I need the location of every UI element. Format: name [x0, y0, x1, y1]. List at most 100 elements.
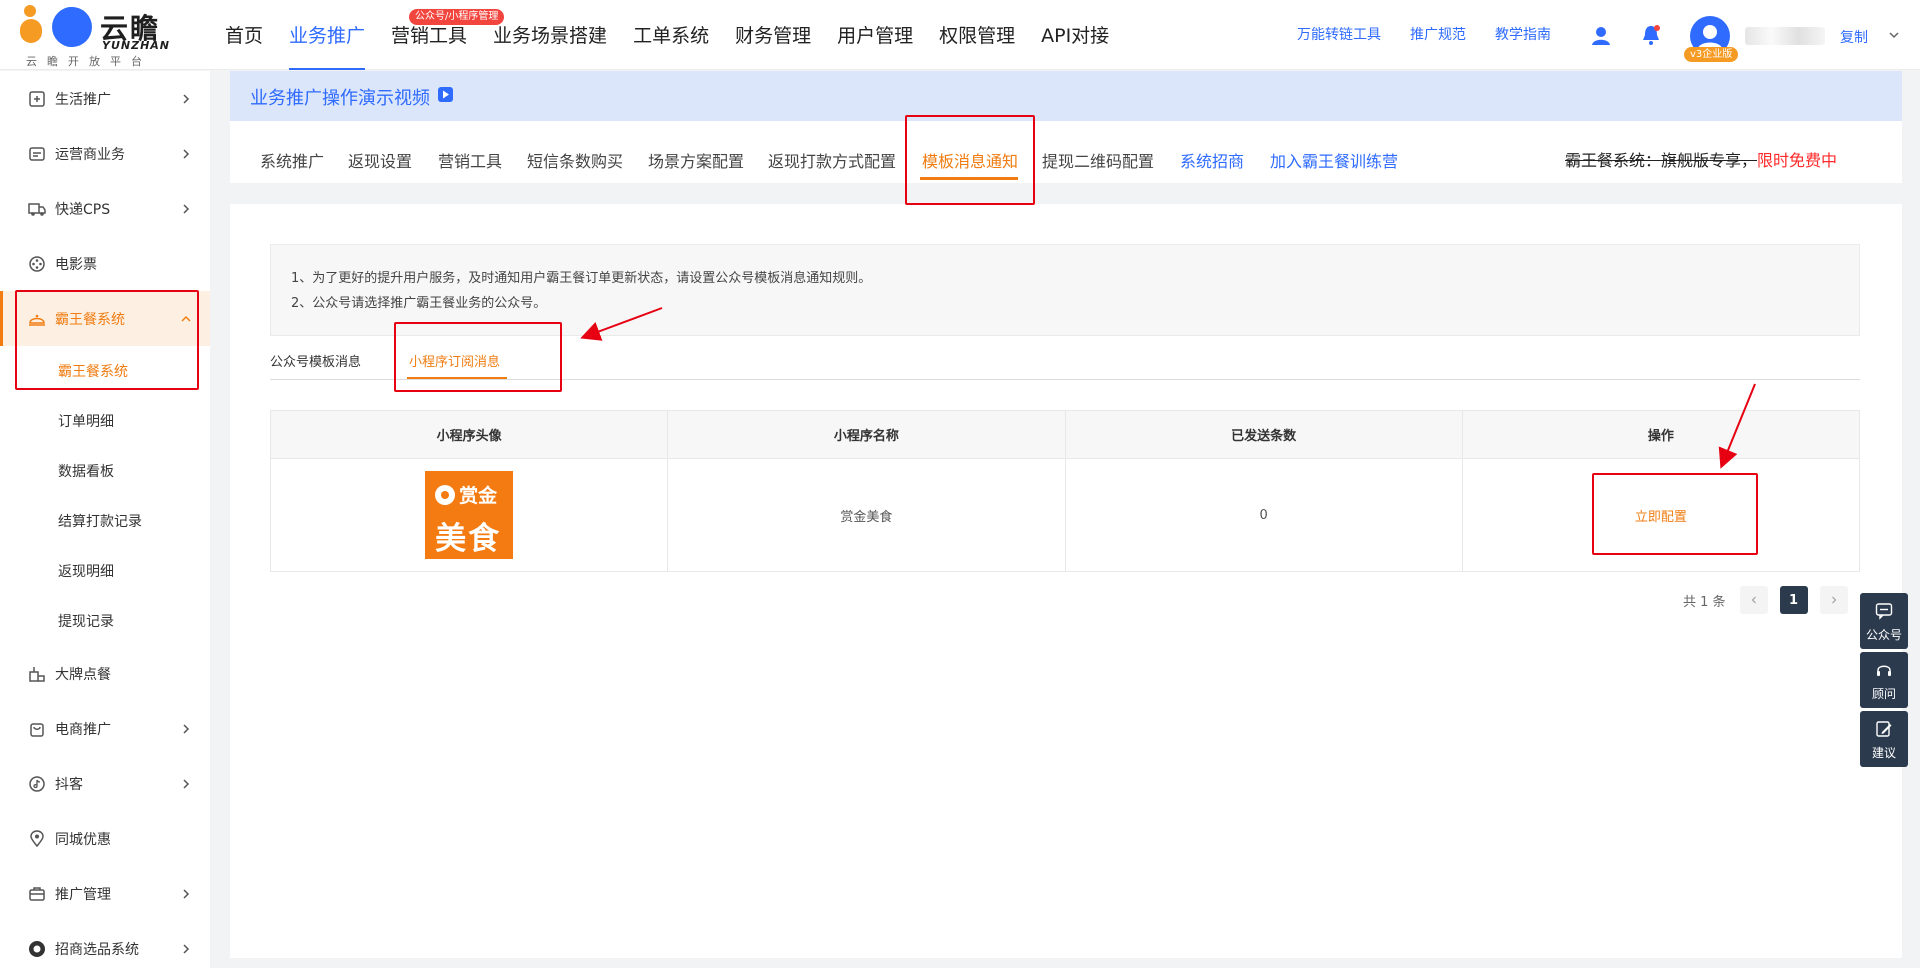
- dock-label: 建议: [1871, 746, 1896, 760]
- nav-users[interactable]: 用户管理: [837, 0, 913, 70]
- link-link-converter[interactable]: 万能转链工具: [1297, 24, 1381, 44]
- sidebar-item-carrier[interactable]: 运营商业务: [0, 126, 210, 181]
- chevron-right-icon: [183, 203, 190, 214]
- subtab-training-camp[interactable]: 加入霸王餐训练营: [1270, 148, 1398, 172]
- selection-icon: [29, 940, 45, 957]
- miniprogram-avatar: 赏金 美食: [425, 471, 514, 559]
- brand-slogan: 云瞻开放平台: [26, 55, 152, 68]
- pagination-total: 共 1 条: [1683, 594, 1726, 610]
- table-header: 小程序头像 小程序名称 已发送条数 操作: [271, 411, 1859, 459]
- dock-official-account-button[interactable]: 公众号: [1860, 593, 1908, 649]
- avatar-text-top: 赏金: [459, 485, 498, 507]
- link-tutorial[interactable]: 教学指南: [1495, 24, 1551, 44]
- sidebar-item-label: 同城优惠: [55, 831, 111, 848]
- truck-icon: [28, 202, 46, 216]
- active-tab-indicator: [407, 377, 507, 379]
- link-promo-rules[interactable]: 推广规范: [1410, 24, 1466, 44]
- configure-now-button[interactable]: 立即配置: [1463, 459, 1859, 571]
- sidebar: 生活推广 运营商业务 快递CPS 电影票 霸王餐系统 霸王餐系统 订单明细 数据…: [0, 71, 210, 968]
- edit-icon: [1876, 721, 1892, 737]
- sidebar-sub-dashboard[interactable]: 数据看板: [0, 446, 210, 496]
- miniprogram-table: 小程序头像 小程序名称 已发送条数 操作 赏金 美食 赏金美食 0 立即配置: [270, 410, 1860, 572]
- nav-api[interactable]: API对接: [1041, 0, 1109, 70]
- sidebar-sub-label: 霸王餐系统: [58, 364, 128, 380]
- sidebar-sub-free-meal[interactable]: 霸王餐系统: [0, 346, 210, 396]
- subtab-sms-purchase[interactable]: 短信条数购买: [527, 148, 623, 172]
- nav-badge: 公众号/小程序管理: [409, 9, 505, 25]
- chevron-right-icon: [1831, 596, 1836, 604]
- nav-finance[interactable]: 财务管理: [735, 0, 811, 70]
- sidebar-item-ecommerce[interactable]: 电商推广: [0, 701, 210, 756]
- chevron-down-icon[interactable]: [1887, 28, 1901, 42]
- sidebar-item-douke[interactable]: 抖客: [0, 756, 210, 811]
- nav-home[interactable]: 首页: [225, 0, 263, 70]
- location-icon: [30, 829, 44, 847]
- subtab-scene-config[interactable]: 场景方案配置: [648, 148, 744, 172]
- chevron-right-icon: [183, 148, 190, 159]
- nav-ticket-system[interactable]: 工单系统: [633, 0, 709, 70]
- briefcase-icon: [29, 886, 45, 901]
- nav-business-promotion[interactable]: 业务推广: [289, 0, 366, 70]
- sidebar-sub-order-detail[interactable]: 订单明细: [0, 396, 210, 446]
- nav-permissions[interactable]: 权限管理: [939, 0, 1015, 70]
- copy-button[interactable]: 复制: [1840, 27, 1868, 47]
- page-number-button[interactable]: 1: [1779, 586, 1808, 614]
- nav-label: 业务场景搭建: [493, 25, 608, 47]
- nav-label: API对接: [1041, 25, 1110, 47]
- sidebar-item-label: 霸王餐系统: [55, 311, 125, 328]
- subtab-withdraw-qr[interactable]: 提现二维码配置: [1042, 148, 1154, 172]
- subtab-system-promo[interactable]: 系统推广: [260, 148, 324, 172]
- subtab-payout-method[interactable]: 返现打款方式配置: [768, 148, 896, 172]
- notice-box: 1、为了更好的提升用户服务，及时通知用户霸王餐订单更新状态，请设置公众号模板消息…: [270, 244, 1860, 336]
- subtab-marketing-tools[interactable]: 营销工具: [438, 148, 502, 172]
- sidebar-sub-cashback-detail[interactable]: 返现明细: [0, 546, 210, 596]
- sidebar-item-life-promo[interactable]: 生活推广: [0, 71, 210, 126]
- sidebar-sub-withdraw-records[interactable]: 提现记录: [0, 596, 210, 646]
- cell-sent-count: 0: [1066, 459, 1463, 571]
- sidebar-item-label: 抖客: [55, 776, 83, 793]
- chevron-up-icon: [181, 315, 191, 322]
- chevron-right-icon: [183, 778, 190, 789]
- dock-advisor-button[interactable]: 顾问: [1860, 652, 1908, 708]
- sidebar-sub-label: 数据看板: [58, 464, 114, 480]
- account-tier-badge: v3企业版: [1684, 47, 1739, 62]
- sidebar-item-brand-ordering[interactable]: 大牌点餐: [0, 646, 210, 701]
- sidebar-item-movie-ticket[interactable]: 电影票: [0, 236, 210, 291]
- sidebar-item-selection-system[interactable]: 招商选品系统: [0, 921, 210, 968]
- brand-logo[interactable]: 云瞻 YUNZHAN 云瞻开放平台: [20, 5, 171, 68]
- main-nav: 首页 业务推广 公众号/小程序管理 营销工具 业务场景搭建 工单系统 财务管理 …: [225, 0, 1135, 70]
- chat-icon: [1875, 603, 1893, 620]
- sidebar-sub-settlement-records[interactable]: 结算打款记录: [0, 496, 210, 546]
- subtab-cashback-settings[interactable]: 返现设置: [348, 148, 412, 172]
- subtab-system-recruit[interactable]: 系统招商: [1180, 148, 1244, 172]
- tab-official-account-template[interactable]: 公众号模板消息: [270, 351, 361, 370]
- prev-page-button[interactable]: [1739, 586, 1768, 614]
- sidebar-item-express-cps[interactable]: 快递CPS: [0, 181, 210, 236]
- chevron-right-icon: [183, 943, 190, 954]
- sidebar-sub-label: 结算打款记录: [58, 514, 142, 530]
- shopping-bag-icon: [30, 722, 44, 737]
- sidebar-sub-label: 返现明细: [58, 564, 114, 580]
- nav-marketing-tools[interactable]: 公众号/小程序管理 营销工具: [391, 0, 505, 70]
- demo-video-banner[interactable]: 业务推广操作演示视频: [230, 71, 1902, 121]
- bell-icon[interactable]: [1640, 24, 1662, 46]
- sidebar-item-local-deals[interactable]: 同城优惠: [0, 811, 210, 866]
- notice-line: 2、公众号请选择推广霸王餐业务的公众号。: [291, 296, 547, 311]
- table-row: 赏金 美食 赏金美食 0 立即配置: [271, 459, 1859, 571]
- video-play-icon[interactable]: [437, 86, 454, 103]
- brand-name-en: YUNZHAN: [102, 39, 171, 52]
- sidebar-item-promo-management[interactable]: 推广管理: [0, 866, 210, 921]
- sidebar-item-label: 运营商业务: [55, 146, 125, 163]
- sidebar-item-free-meal-system[interactable]: 霸王餐系统: [0, 291, 210, 346]
- dock-label: 顾问: [1871, 687, 1896, 701]
- tab-miniprogram-subscribe[interactable]: 小程序订阅消息: [409, 351, 500, 370]
- dock-feedback-button[interactable]: 建议: [1860, 711, 1908, 767]
- cell-name: 赏金美食: [668, 459, 1066, 571]
- subtab-template-notify[interactable]: 模板消息通知: [922, 148, 1018, 172]
- dock-label: 公众号: [1865, 628, 1902, 642]
- blurred-username: [1745, 27, 1825, 45]
- next-page-button[interactable]: [1819, 586, 1848, 614]
- customer-service-icon[interactable]: [1590, 24, 1612, 46]
- chevron-right-icon: [183, 888, 190, 899]
- nav-scene-builder[interactable]: 业务场景搭建: [493, 0, 607, 70]
